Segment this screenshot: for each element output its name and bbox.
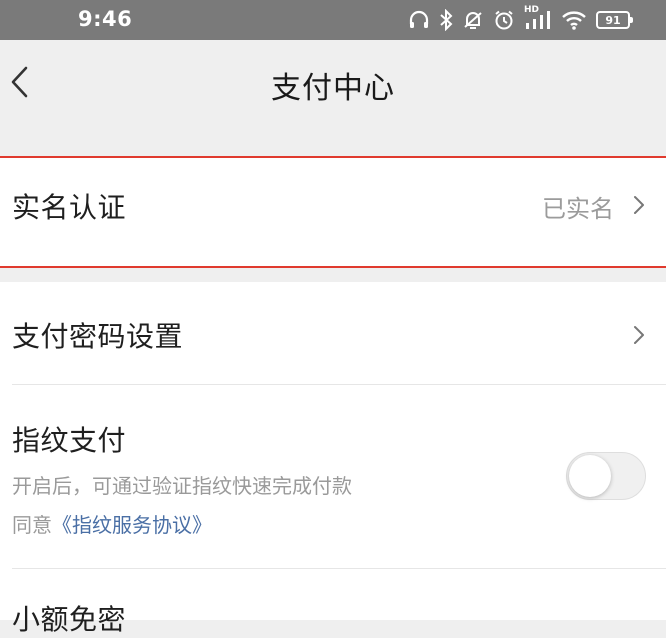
divider bbox=[12, 384, 666, 385]
agreement-link[interactable]: 《指纹服务协议》 bbox=[52, 513, 212, 537]
chevron-right-icon bbox=[634, 326, 644, 344]
fingerprint-agreement: 同意《指纹服务协议》 bbox=[12, 509, 212, 538]
wifi-icon bbox=[561, 9, 587, 31]
page-title: 支付中心 bbox=[271, 71, 395, 106]
signal-icon: HD bbox=[524, 5, 552, 32]
realname-label: 实名认证 bbox=[12, 191, 127, 224]
mute-bell-icon bbox=[462, 9, 484, 31]
headphones-icon bbox=[408, 9, 430, 31]
realname-status: 已实名 bbox=[542, 195, 614, 223]
toggle-knob bbox=[569, 455, 611, 497]
status-time: 9:46 bbox=[78, 7, 133, 31]
network-badge: HD bbox=[524, 5, 540, 15]
agreement-prefix: 同意 bbox=[12, 513, 52, 537]
status-icons: HD 91 bbox=[408, 5, 633, 34]
fingerprint-label: 指纹支付 bbox=[12, 424, 127, 457]
battery-level: 91 bbox=[605, 13, 621, 27]
status-bar: 9:46 HD 91 bbox=[0, 0, 666, 40]
nav-bar: 支付中心 bbox=[0, 40, 666, 124]
fingerprint-toggle[interactable] bbox=[566, 452, 646, 500]
small-amount-label[interactable]: 小额免密 bbox=[12, 598, 126, 638]
pay-password-row[interactable]: 支付密码设置 bbox=[0, 282, 666, 384]
divider bbox=[12, 568, 666, 569]
pay-password-label: 支付密码设置 bbox=[12, 320, 184, 353]
realname-row[interactable]: 实名认证 已实名 bbox=[0, 156, 666, 268]
bluetooth-icon bbox=[439, 9, 453, 31]
chevron-right-icon bbox=[634, 196, 644, 214]
fingerprint-description: 开启后，可通过验证指纹快速完成付款 bbox=[12, 474, 352, 498]
settings-card: 支付密码设置 指纹支付 开启后，可通过验证指纹快速完成付款 同意《指纹服务协议》… bbox=[0, 282, 666, 636]
battery-icon: 91 bbox=[596, 11, 633, 29]
alarm-icon bbox=[493, 9, 515, 31]
